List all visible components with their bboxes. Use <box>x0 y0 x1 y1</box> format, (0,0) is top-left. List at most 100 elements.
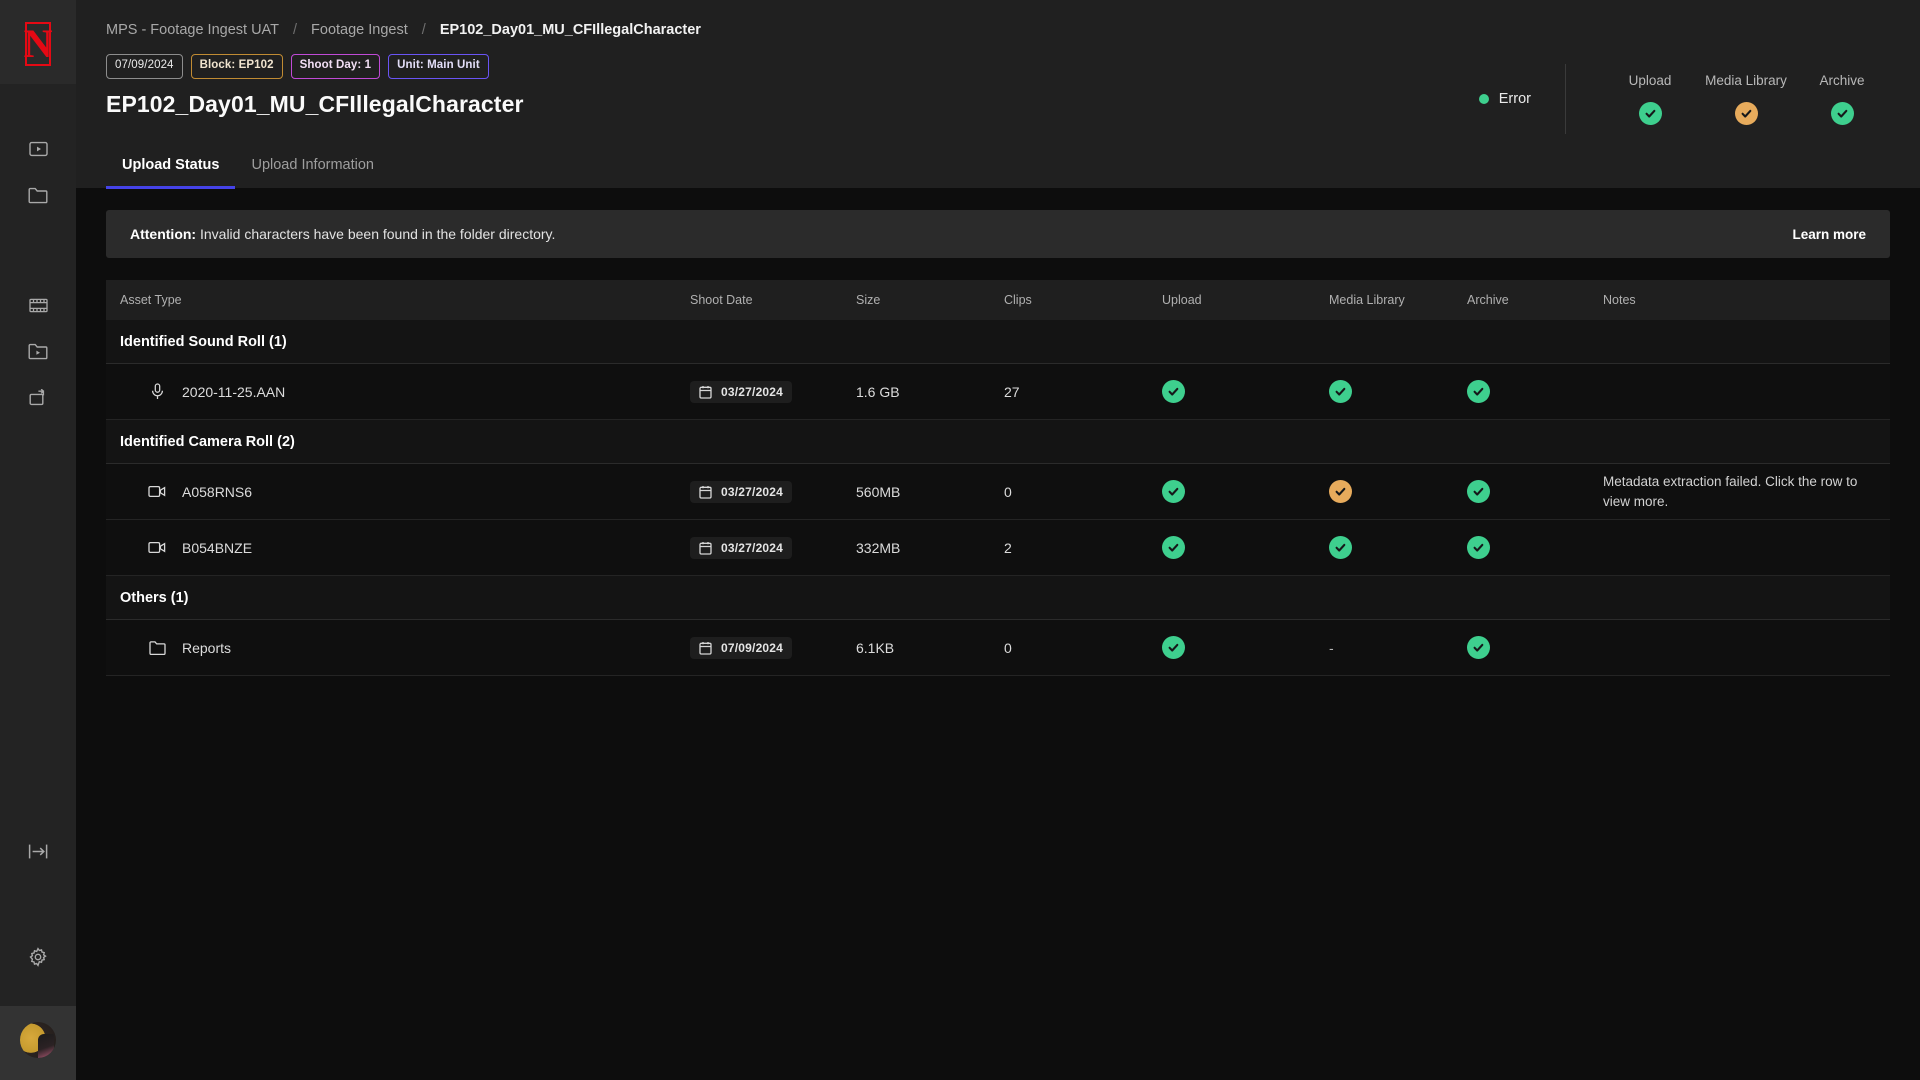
cell-asset: A058RNS6 <box>106 483 690 501</box>
cell-shoot-date: 07/09/2024 <box>690 636 856 659</box>
media-library-check-icon <box>1329 480 1352 503</box>
page-header: MPS - Footage Ingest UAT / Footage Inges… <box>76 0 1920 189</box>
sidebar-item-video[interactable] <box>14 126 62 172</box>
cell-shoot-date: 03/27/2024 <box>690 380 856 403</box>
pipeline-check-upload-icon <box>1638 102 1662 125</box>
filmstrip-icon <box>28 298 48 313</box>
cell-shoot-date: 03/27/2024 <box>690 480 856 503</box>
badge-group: 07/09/2024 Block: EP102 Shoot Day: 1 Uni… <box>106 54 524 79</box>
cell-upload-status <box>1162 536 1329 559</box>
sidebar-nav-secondary <box>0 282 76 420</box>
pipeline-label-media-library: Media Library <box>1705 73 1787 88</box>
sidebar-item-folder[interactable] <box>14 172 62 218</box>
page-title: EP102_Day01_MU_CFIllegalCharacter <box>106 90 524 117</box>
upload-check-icon <box>1162 636 1185 659</box>
media-library-empty-value: - <box>1329 639 1334 656</box>
asset-table: Asset Type Shoot Date Size Clips Upload … <box>106 280 1890 676</box>
date-value: 03/27/2024 <box>721 384 784 399</box>
asset-name: 2020-11-25.AAN <box>182 383 286 400</box>
tab-bar: Upload Status Upload Information <box>76 134 1920 189</box>
sidebar: N <box>0 0 76 1080</box>
column-header-size: Size <box>856 293 881 307</box>
table-row[interactable]: Reports 07/09/2024 6.1KB 0 - <box>106 620 1890 676</box>
group-title: Identified Sound Roll (1) <box>120 333 287 350</box>
table-group-header: Identified Camera Roll (2) <box>106 420 1890 464</box>
table-row[interactable]: B054BNZE 03/27/2024 332MB 2 <box>106 520 1890 576</box>
tab-upload-status[interactable]: Upload Status <box>106 157 236 189</box>
asset-name: A058RNS6 <box>182 483 253 500</box>
cell-archive-status <box>1467 480 1603 503</box>
date-chip: 03/27/2024 <box>690 536 793 559</box>
video-camera-icon <box>148 539 166 557</box>
sidebar-item-folder-video[interactable] <box>14 328 62 374</box>
cell-clips: 0 <box>1004 483 1012 500</box>
folder-icon <box>148 639 166 657</box>
note-text: Metadata extraction failed. Click the ro… <box>1603 473 1858 509</box>
date-chip: 07/09/2024 <box>690 636 793 659</box>
badge-date: 07/09/2024 <box>106 54 183 79</box>
date-value: 07/09/2024 <box>721 640 784 655</box>
cell-upload-status <box>1162 636 1329 659</box>
sidebar-nav-primary <box>0 126 76 218</box>
attention-text: Attention: Invalid characters have been … <box>130 226 555 242</box>
tab-upload-information[interactable]: Upload Information <box>235 157 390 189</box>
asset-name: B054BNZE <box>182 539 253 556</box>
cell-size: 332MB <box>856 539 901 556</box>
breadcrumb-item-0[interactable]: MPS - Footage Ingest UAT <box>106 22 279 38</box>
cell-clips: 27 <box>1004 383 1020 400</box>
cell-asset: 2020-11-25.AAN <box>106 383 690 401</box>
breadcrumb-separator: / <box>421 22 426 38</box>
cell-archive-status <box>1467 636 1603 659</box>
column-header-archive: Archive <box>1467 293 1509 307</box>
cell-archive-status <box>1467 380 1603 403</box>
archive-check-icon <box>1467 536 1490 559</box>
cell-upload-status <box>1162 480 1329 503</box>
gear-icon <box>28 947 48 967</box>
cell-media-library-status <box>1329 380 1467 403</box>
cell-archive-status <box>1467 536 1603 559</box>
title-row: 07/09/2024 Block: EP102 Shoot Day: 1 Uni… <box>76 38 1920 134</box>
upload-check-icon <box>1162 536 1185 559</box>
sidebar-logo-area: N <box>0 0 76 84</box>
cell-media-library-status: - <box>1329 640 1467 656</box>
column-header-shoot-date: Shoot Date <box>690 293 753 307</box>
attention-banner: Attention: Invalid characters have been … <box>106 210 1890 258</box>
calendar-icon <box>699 641 712 655</box>
calendar-icon <box>699 485 712 499</box>
avatar[interactable] <box>20 1022 56 1058</box>
column-header-notes: Notes <box>1603 293 1636 307</box>
sidebar-item-archive[interactable] <box>14 374 62 420</box>
column-header-upload: Upload <box>1162 293 1202 307</box>
netflix-logo[interactable]: N <box>24 22 52 66</box>
date-chip: 03/27/2024 <box>690 380 793 403</box>
badge-unit: Unit: Main Unit <box>388 54 489 79</box>
date-chip: 03/27/2024 <box>690 480 793 503</box>
cell-asset: B054BNZE <box>106 539 690 557</box>
attention-message: Invalid characters have been found in th… <box>196 226 556 242</box>
table-row[interactable]: 2020-11-25.AAN 03/27/2024 1.6 GB 27 <box>106 364 1890 420</box>
attention-strong: Attention: <box>130 226 197 242</box>
sidebar-collapse-button[interactable] <box>14 828 62 874</box>
learn-more-link[interactable]: Learn more <box>1792 227 1866 242</box>
calendar-icon <box>699 541 712 555</box>
breadcrumb-item-1[interactable]: Footage Ingest <box>311 22 408 38</box>
sidebar-item-filmstrip[interactable] <box>14 282 62 328</box>
pipeline-label-upload: Upload <box>1628 73 1672 88</box>
archive-check-icon <box>1467 480 1490 503</box>
cell-notes: Metadata extraction failed. Click the ro… <box>1603 472 1890 511</box>
media-library-check-icon <box>1329 536 1352 559</box>
breadcrumb-item-current: EP102_Day01_MU_CFIllegalCharacter <box>439 22 701 38</box>
column-header-media-library: Media Library <box>1329 293 1405 307</box>
cell-size: 6.1KB <box>856 639 895 656</box>
pipeline-status-upload: Upload <box>1602 73 1698 125</box>
table-group-header: Identified Sound Roll (1) <box>106 320 1890 364</box>
cell-clips: 2 <box>1004 539 1012 556</box>
asset-name: Reports <box>182 639 232 656</box>
main-area: MPS - Footage Ingest UAT / Footage Inges… <box>76 0 1920 1080</box>
column-header-asset-type: Asset Type <box>120 293 182 307</box>
table-row[interactable]: A058RNS6 03/27/2024 560MB 0 Metadata ext… <box>106 464 1890 520</box>
cell-upload-status <box>1162 380 1329 403</box>
video-box-icon <box>28 141 48 157</box>
sidebar-settings-button[interactable] <box>14 934 62 980</box>
calendar-icon <box>699 385 712 399</box>
